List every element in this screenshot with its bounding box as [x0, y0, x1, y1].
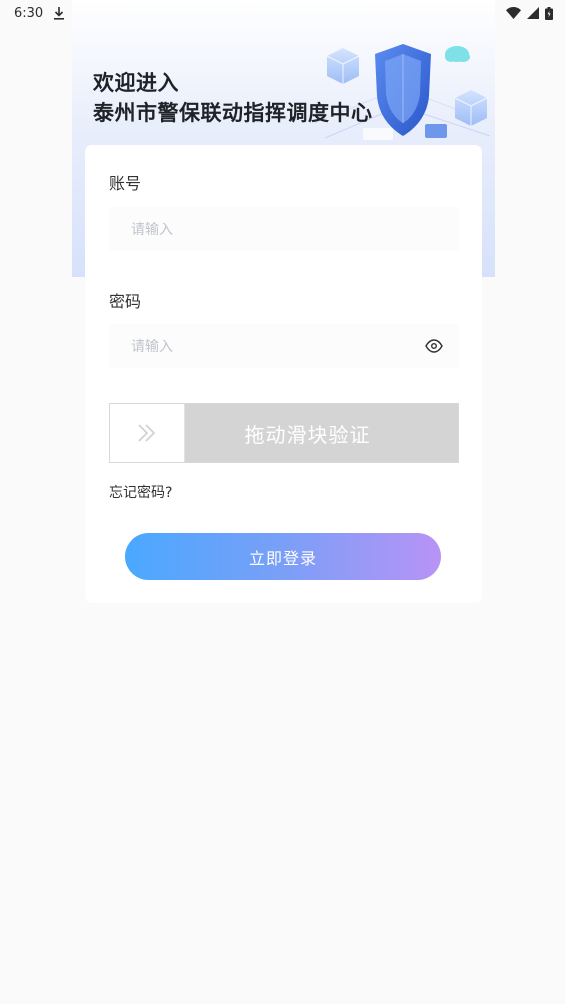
- account-placeholder: 请输入: [131, 222, 173, 238]
- password-placeholder: 请输入: [131, 339, 173, 355]
- login-button[interactable]: 立即登录: [125, 533, 441, 580]
- welcome-line-1: 欢迎进入: [93, 71, 179, 95]
- double-chevron-right-icon: [138, 424, 156, 442]
- wifi-icon: [506, 7, 521, 19]
- slider-handle[interactable]: [110, 404, 185, 462]
- slider-captcha: 拖动滑块验证: [109, 403, 459, 463]
- forgot-password-link[interactable]: 忘记密码?: [109, 482, 172, 502]
- status-bar-right: [506, 6, 553, 20]
- signal-icon: [527, 7, 539, 19]
- welcome-line-2: 泰州市警保联动指挥调度中心: [93, 101, 373, 125]
- download-icon: [53, 6, 65, 20]
- password-label: 密码: [109, 292, 142, 311]
- eye-icon[interactable]: [425, 338, 443, 354]
- welcome-heading: 欢迎进入 泰州市警保联动指挥调度中心: [93, 68, 373, 128]
- password-field[interactable]: 请输入: [109, 324, 459, 368]
- login-card: 账号 请输入 密码 请输入 拖动滑块验证 忘记密码? 立即登录: [85, 145, 482, 603]
- slider-track-text: 拖动滑块验证: [244, 422, 371, 447]
- status-time: 6:30: [14, 5, 44, 21]
- battery-icon: [545, 6, 553, 20]
- account-label: 账号: [109, 174, 142, 193]
- account-field[interactable]: 请输入: [109, 207, 459, 251]
